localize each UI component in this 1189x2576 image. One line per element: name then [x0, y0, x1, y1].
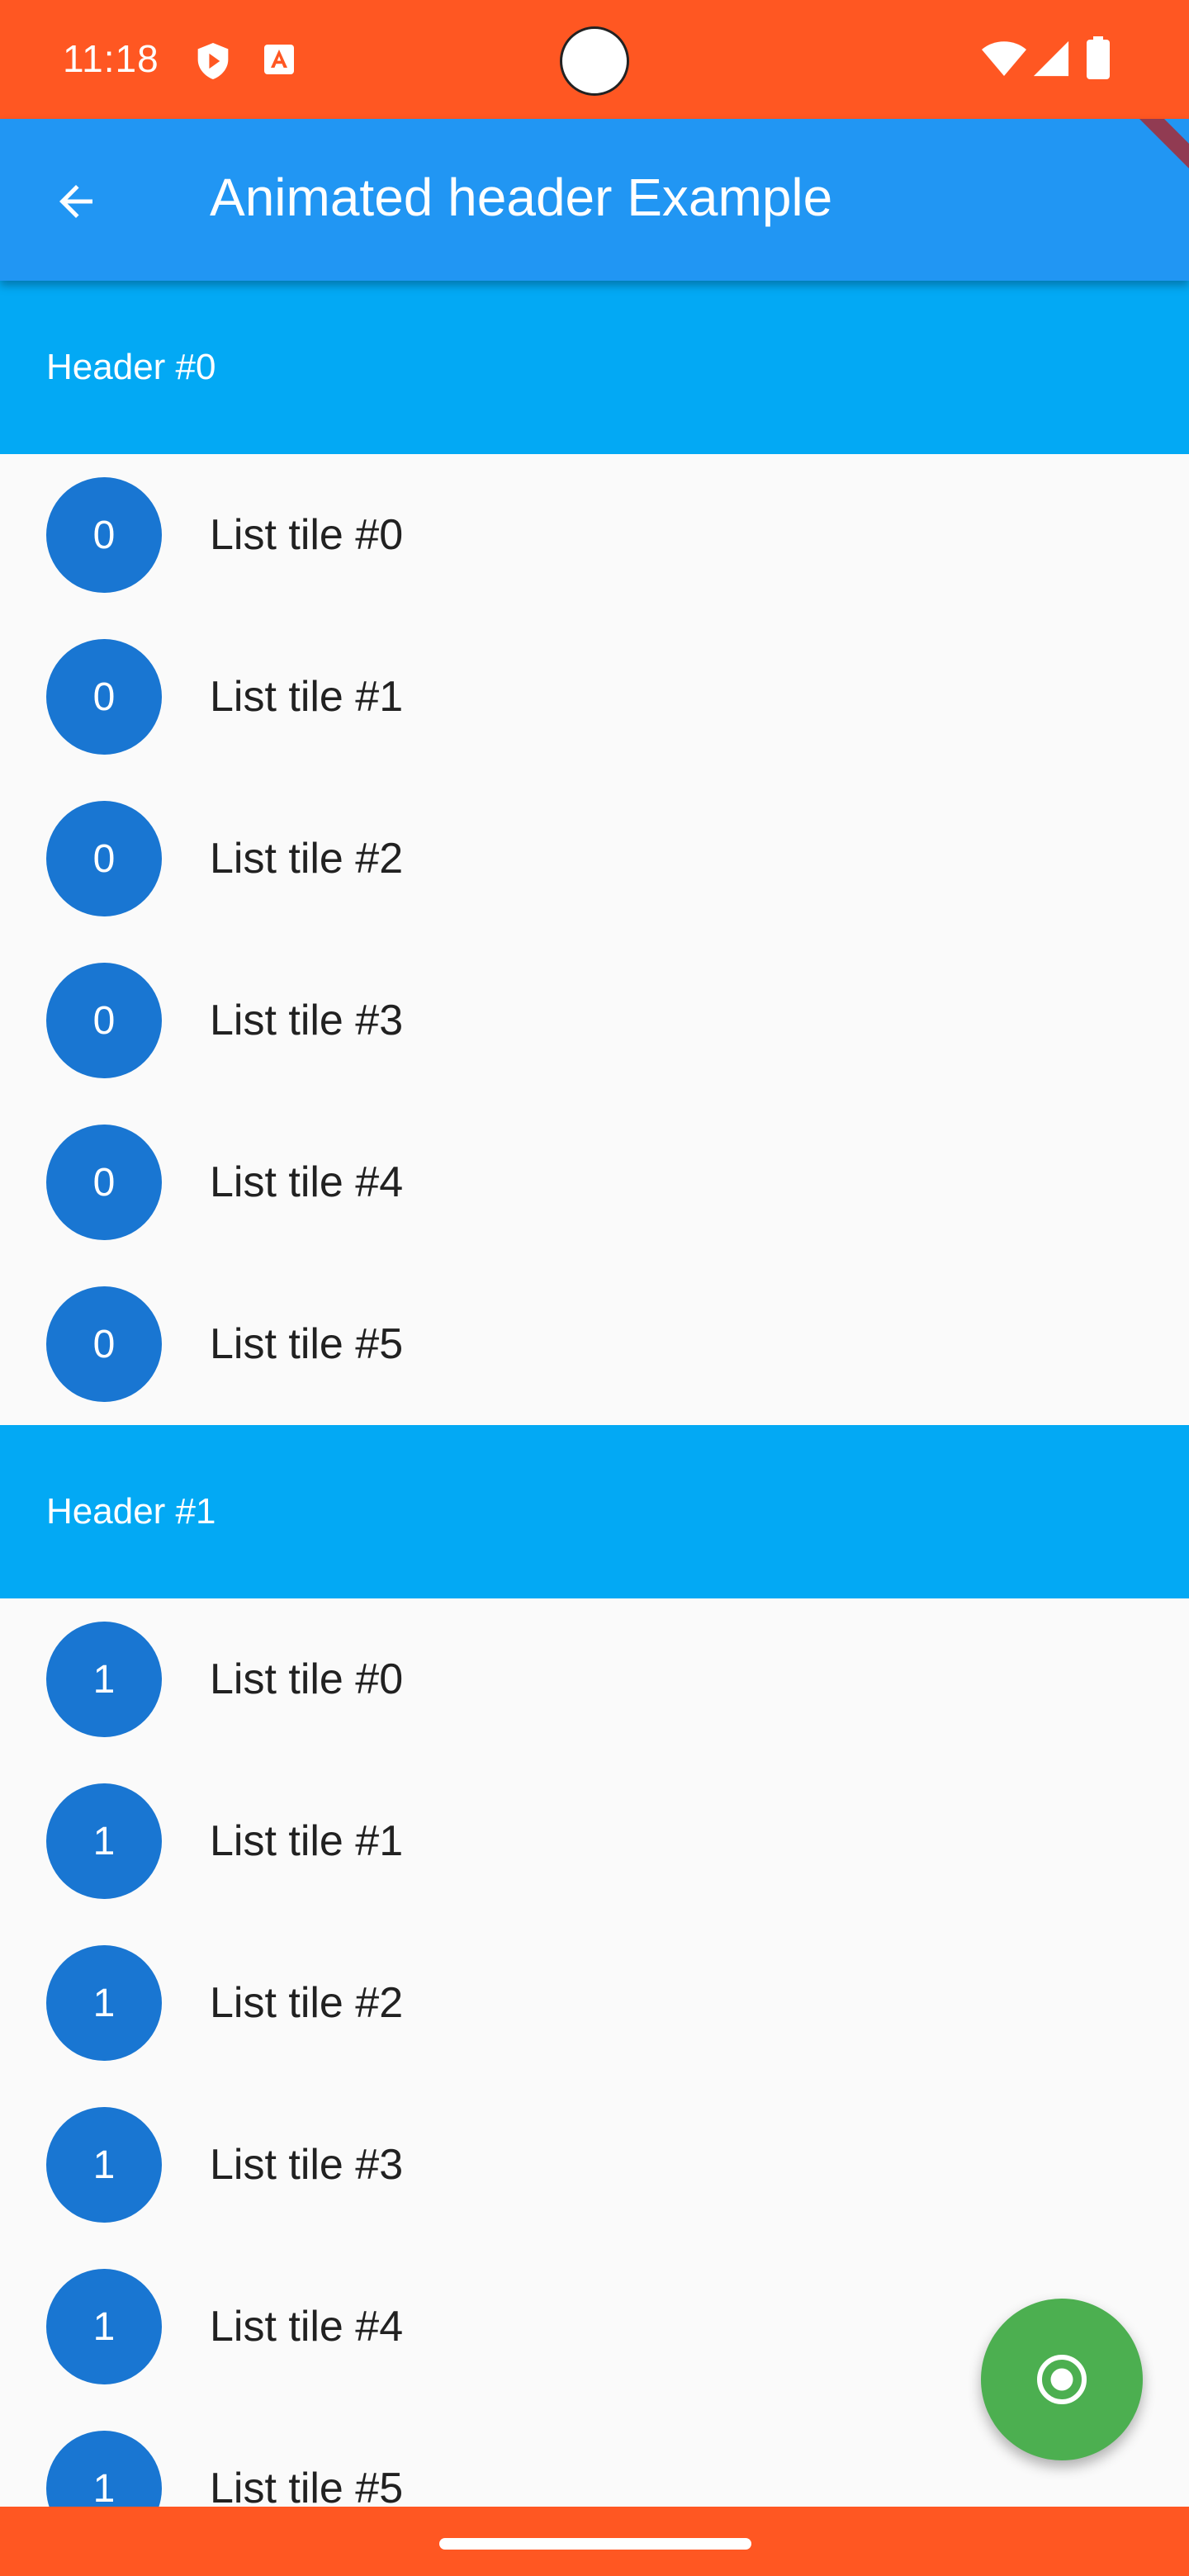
- tile-avatar: 1: [46, 2431, 162, 2507]
- list-tile[interactable]: 0 List tile #1: [0, 616, 1189, 778]
- tile-avatar: 1: [46, 1945, 162, 2061]
- tile-title: List tile #0: [210, 1655, 404, 1703]
- list-tile[interactable]: 1 List tile #0: [0, 1598, 1189, 1760]
- list-tile[interactable]: 0 List tile #5: [0, 1263, 1189, 1425]
- tile-title: List tile #2: [210, 835, 404, 883]
- page-title: Animated header Example: [210, 168, 833, 227]
- tile-title: List tile #5: [210, 1320, 404, 1368]
- list-tile[interactable]: 1 List tile #3: [0, 2084, 1189, 2246]
- list-tile[interactable]: 1 List tile #1: [0, 1760, 1189, 1922]
- gesture-handle[interactable]: [439, 2538, 751, 2550]
- tile-title: List tile #4: [210, 1158, 404, 1206]
- tile-avatar: 0: [46, 639, 162, 755]
- tile-avatar: 0: [46, 801, 162, 916]
- tile-title: List tile #0: [210, 511, 404, 559]
- system-nav-bar: [0, 2507, 1189, 2576]
- tile-title: List tile #1: [210, 1817, 404, 1865]
- tile-title: List tile #4: [210, 2303, 404, 2351]
- tile-title: List tile #3: [210, 997, 404, 1044]
- list-tile[interactable]: 0 List tile #2: [0, 778, 1189, 940]
- app-bar: Animated header Example: [0, 119, 1189, 281]
- a-text-icon: [264, 45, 294, 74]
- tile-avatar: 0: [46, 1125, 162, 1240]
- back-button[interactable]: [46, 172, 106, 231]
- sticky-header-list[interactable]: Header #0 0 List tile #0 0 List tile #1 …: [0, 281, 1189, 2507]
- arrow-left-icon: [59, 185, 92, 218]
- tile-title: List tile #1: [210, 673, 404, 721]
- tile-avatar: 1: [46, 2107, 162, 2223]
- fab-button[interactable]: [981, 2299, 1143, 2460]
- camera-cutout: [560, 26, 629, 96]
- battery-icon: [1087, 36, 1110, 79]
- tile-title: List tile #3: [210, 2141, 404, 2189]
- phone-screen: 11:18 Animated header Example Header #0 …: [0, 0, 1189, 2576]
- list-tile[interactable]: 0 List tile #3: [0, 940, 1189, 1101]
- wifi-icon: [982, 41, 1026, 76]
- section-header: Header #0: [0, 281, 1189, 454]
- section-header-label: Header #0: [46, 347, 216, 387]
- list-tile[interactable]: 0 List tile #4: [0, 1101, 1189, 1263]
- list-tile[interactable]: 1 List tile #2: [0, 1922, 1189, 2084]
- status-time: 11:18: [63, 37, 159, 80]
- tile-avatar: 1: [46, 1783, 162, 1899]
- tile-avatar: 0: [46, 963, 162, 1078]
- tile-avatar: 1: [46, 1622, 162, 1737]
- tile-title: List tile #5: [210, 2465, 404, 2507]
- tile-avatar: 0: [46, 477, 162, 593]
- status-bar: 11:18: [0, 0, 1189, 119]
- tile-title: List tile #2: [210, 1979, 404, 2027]
- list-tile[interactable]: 0 List tile #0: [0, 454, 1189, 616]
- section-header-label: Header #1: [46, 1491, 216, 1532]
- debug-banner: [1139, 119, 1189, 168]
- radio-button-checked-icon: [1037, 2355, 1087, 2404]
- shield-play-icon: [197, 43, 229, 79]
- tile-avatar: 0: [46, 1286, 162, 1402]
- signal-icon: [1033, 40, 1069, 77]
- section-header: Header #1: [0, 1425, 1189, 1598]
- tile-avatar: 1: [46, 2269, 162, 2384]
